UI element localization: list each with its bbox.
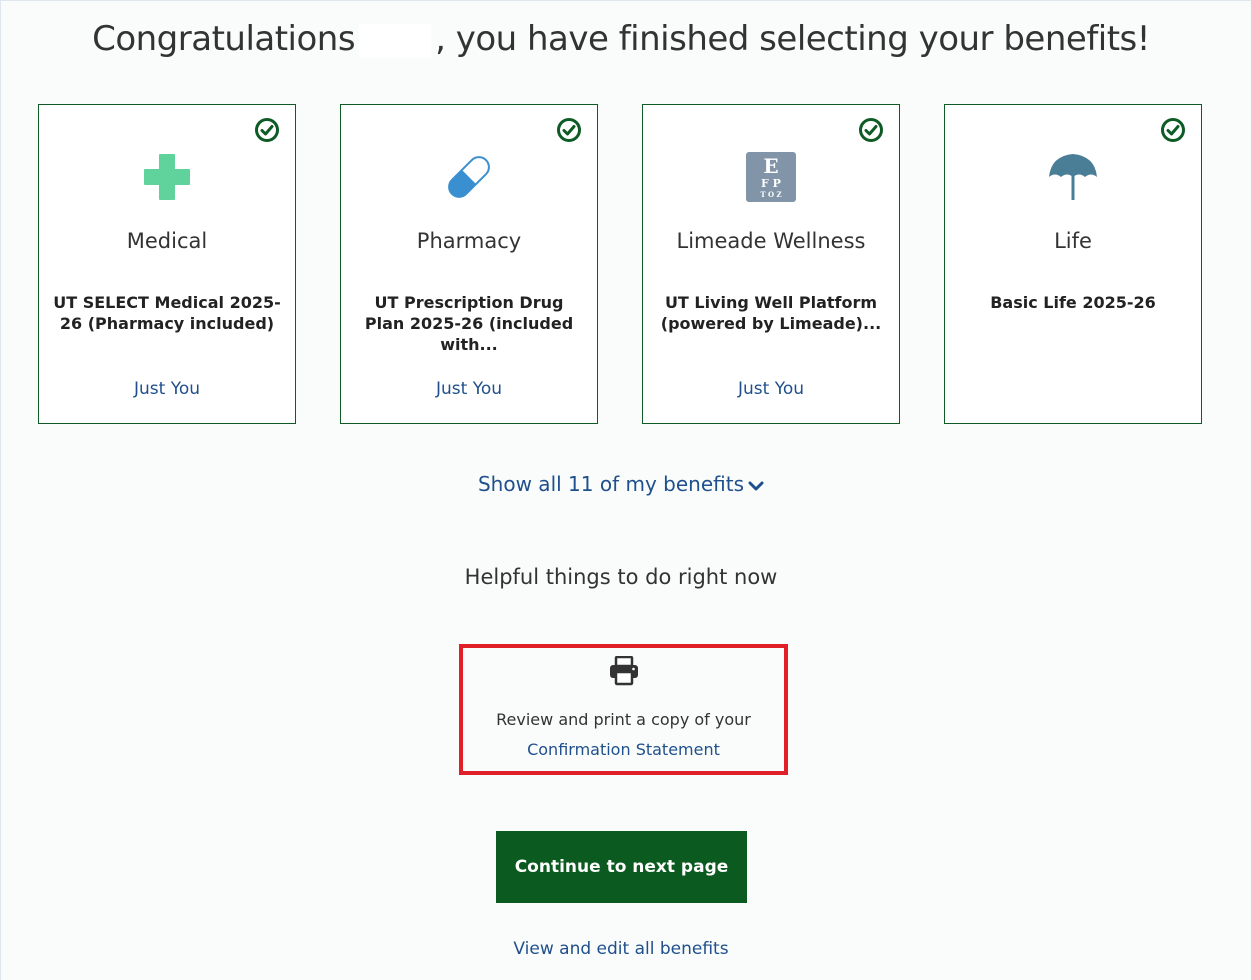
chevron-down-icon (748, 481, 764, 490)
card-plan-name: Basic Life 2025-26 (990, 293, 1156, 312)
print-instruction-text: Review and print a copy of your (496, 710, 751, 729)
checkmark-circle-icon (254, 117, 280, 143)
svg-text:F P: F P (761, 177, 781, 190)
title-congratulations: Congratulations (92, 19, 356, 59)
card-category: Pharmacy (416, 229, 522, 253)
benefit-card-life[interactable]: Life Basic Life 2025-26 (944, 104, 1202, 424)
medical-cross-icon (39, 149, 295, 205)
benefits-confirmation-page: Congratulations , you have finished selec… (0, 0, 1251, 980)
umbrella-icon (945, 149, 1201, 205)
benefit-card-limeade-wellness[interactable]: E F P T O Z Limeade Wellness UT Living W… (642, 104, 900, 424)
show-all-benefits-link[interactable]: Show all 11 of my benefits (1, 472, 1241, 496)
card-coverage-link[interactable]: Just You (39, 379, 295, 399)
card-plan-name: UT Living Well Platform (powered by Lime… (660, 293, 882, 333)
pill-capsule-icon (341, 149, 597, 205)
card-coverage-link[interactable]: Just You (341, 379, 597, 399)
card-category: Medical (126, 229, 208, 253)
checkmark-circle-icon (1160, 117, 1186, 143)
page-title: Congratulations , you have finished selec… (1, 19, 1241, 59)
card-category: Limeade Wellness (676, 229, 866, 253)
continue-button[interactable]: Continue to next page (496, 831, 747, 903)
svg-text:E: E (763, 154, 778, 178)
show-all-benefits-label: Show all 11 of my benefits (477, 472, 744, 496)
title-finished-message: , you have finished selecting your benef… (435, 19, 1150, 59)
print-confirmation-action: Review and print a copy of your Confirma… (459, 644, 788, 775)
helpful-things-heading: Helpful things to do right now (464, 565, 778, 589)
svg-text:T O Z: T O Z (760, 190, 781, 199)
benefit-card-medical[interactable]: Medical UT SELECT Medical 2025-26 (Pharm… (38, 104, 296, 424)
printer-icon[interactable] (463, 656, 784, 686)
redacted-user-name (359, 23, 432, 58)
eye-chart-icon: E F P T O Z (643, 149, 899, 205)
benefit-card-pharmacy[interactable]: Pharmacy UT Prescription Drug Plan 2025-… (340, 104, 598, 424)
view-edit-benefits-link[interactable]: View and edit all benefits (1, 939, 1241, 959)
card-plan-name: UT SELECT Medical 2025-26 (Pharmacy incl… (53, 293, 281, 333)
checkmark-circle-icon (556, 117, 582, 143)
checkmark-circle-icon (858, 117, 884, 143)
confirmation-statement-link[interactable]: Confirmation Statement (463, 740, 784, 759)
card-coverage-link[interactable]: Just You (643, 379, 899, 399)
card-category: Life (1054, 229, 1092, 253)
card-plan-name: UT Prescription Drug Plan 2025-26 (inclu… (364, 293, 574, 354)
